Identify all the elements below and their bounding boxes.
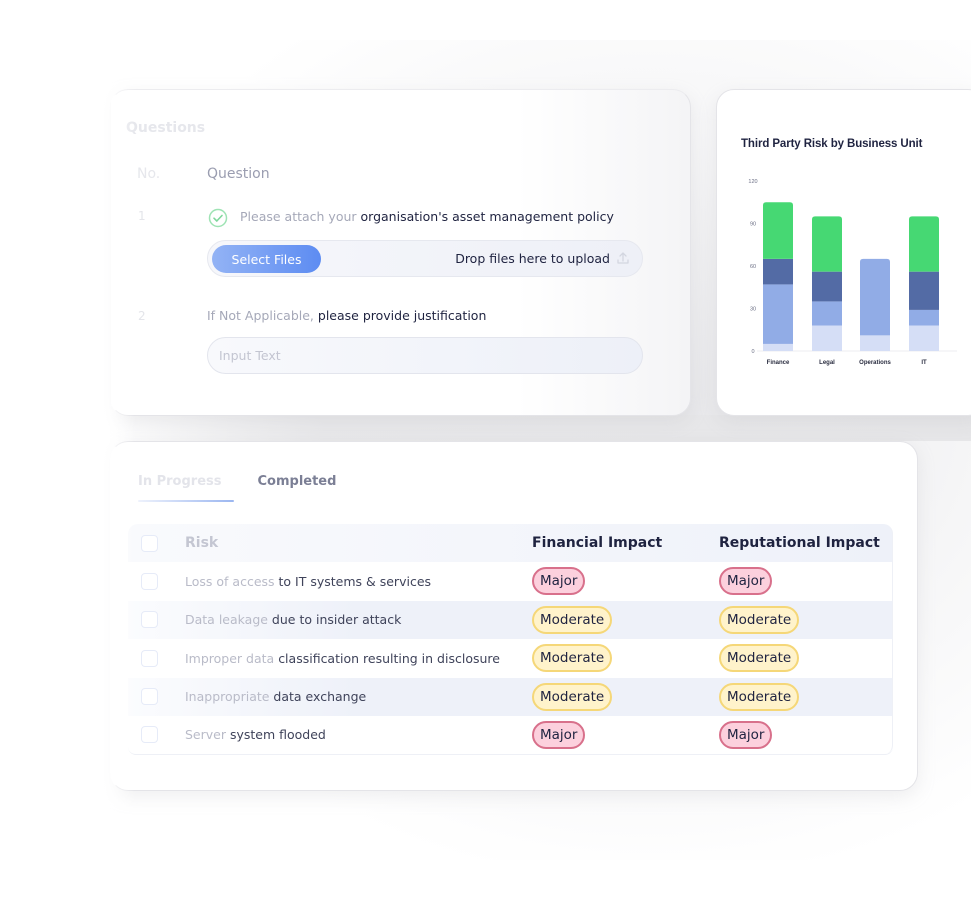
bar-segment-legal-green xyxy=(812,216,842,272)
risk-name-dark: due to insider attack xyxy=(271,612,402,628)
risk-name-dark: data exchange xyxy=(273,689,367,705)
risk-name: Inappropriate data exchange xyxy=(185,689,366,704)
stacked-bar-chart: 0 30 60 90 120 Finance Legal Operations IT xyxy=(748,179,957,366)
column-header-question: Question xyxy=(207,166,270,182)
row-checkbox[interactable] xyxy=(141,688,158,706)
bar-segment-it-light-blue xyxy=(909,325,939,351)
reputational-impact-badge: Moderate xyxy=(719,682,800,711)
reputational-impact-cell: Moderate xyxy=(719,644,800,673)
financial-impact-cell: Moderate xyxy=(532,605,613,634)
risk-name-dark: to IT systems & services xyxy=(278,573,432,589)
column-header-no: No. xyxy=(137,166,161,182)
bar-segment-it-green xyxy=(909,216,939,272)
risk-name-light: Server xyxy=(185,727,230,743)
column-header-reputational-impact: Reputational Impact xyxy=(719,535,880,551)
question-text-dark: please provide justification xyxy=(317,308,487,323)
question-number: 2 xyxy=(138,309,146,323)
bar-segment-legal-medium-blue xyxy=(812,301,842,326)
bar-segment-finance-green xyxy=(763,202,793,259)
financial-impact-cell: Moderate xyxy=(532,644,613,673)
select-all-checkbox[interactable] xyxy=(141,534,158,552)
row-checkbox[interactable] xyxy=(141,726,158,744)
risk-name: Loss of access to IT systems & services xyxy=(185,574,431,589)
bar-segment-legal-light-blue xyxy=(812,325,842,351)
y-tick-label: 0 xyxy=(751,349,754,355)
financial-impact-badge: Moderate xyxy=(532,605,613,634)
financial-impact-cell: Moderate xyxy=(532,682,613,711)
y-tick-label: 60 xyxy=(750,264,756,270)
reputational-impact-cell: Major xyxy=(719,720,773,749)
reputational-impact-cell: Moderate xyxy=(719,682,800,711)
tab-completed[interactable]: Completed xyxy=(258,474,337,502)
financial-impact-cell: Major xyxy=(532,567,586,596)
table-row: Data leakage due to insider attack Moder… xyxy=(128,600,893,639)
reputational-impact-badge: Major xyxy=(719,720,773,749)
bar-segment-finance-dark-blue xyxy=(763,258,793,285)
question-text-dark: organisation's asset management policy xyxy=(360,209,614,224)
table-header-row: Risk Financial Impact Reputational Impac… xyxy=(128,524,893,562)
question-text: If Not Applicable, please provide justif… xyxy=(207,308,486,323)
card-gap-shadow xyxy=(110,415,971,441)
risk-table-card: In Progress Completed Risk Financial Imp… xyxy=(110,441,918,791)
risk-name: Improper data classification resulting i… xyxy=(185,651,500,666)
y-tick-label: 90 xyxy=(750,222,756,228)
justification-input[interactable] xyxy=(207,337,643,374)
financial-impact-cell: Major xyxy=(532,720,586,749)
upload-icon[interactable] xyxy=(615,250,631,266)
risk-name-light: Loss of access xyxy=(185,573,279,589)
table-row: Loss of access to IT systems & services … xyxy=(128,562,893,601)
table-row: Server system flooded Major Major xyxy=(128,716,893,755)
bar-segment-finance-medium-blue xyxy=(763,284,793,344)
bar-segment-legal-dark-blue xyxy=(812,271,842,302)
bar-segment-it-dark-blue xyxy=(909,271,939,310)
file-upload-dropzone[interactable]: Select Files Drop files here to upload xyxy=(207,240,643,277)
risk-name-dark: system flooded xyxy=(229,727,326,743)
x-tick-label: Finance xyxy=(767,360,790,366)
tab-bar: In Progress Completed xyxy=(138,474,360,502)
financial-impact-badge: Moderate xyxy=(532,682,613,711)
risk-name: Server system flooded xyxy=(185,727,326,742)
table-row: Inappropriate data exchange Moderate Mod… xyxy=(128,677,893,716)
column-header-financial-impact: Financial Impact xyxy=(532,535,663,551)
question-number: 1 xyxy=(138,209,146,223)
bar-segment-operations-medium-blue xyxy=(860,258,890,336)
reputational-impact-cell: Major xyxy=(719,567,773,596)
question-text: Please attach your organisation's asset … xyxy=(240,209,614,224)
question-text-light: Please attach your xyxy=(240,209,361,224)
chart-card: Third Party Risk by Business Unit 0 30 60 9… xyxy=(716,89,971,416)
reputational-impact-badge: Moderate xyxy=(719,644,800,673)
questions-card: Questions No. Question 1 Please attach y… xyxy=(110,89,691,416)
risk-name-dark: classification resulting in disclosure xyxy=(278,650,500,666)
bar-segment-it-medium-blue xyxy=(909,309,939,326)
x-tick-label: IT xyxy=(921,360,927,366)
row-checkbox[interactable] xyxy=(141,572,158,590)
row-checkbox[interactable] xyxy=(141,611,158,629)
questions-title: Questions xyxy=(126,120,206,136)
x-tick-label: Operations xyxy=(859,360,891,366)
reputational-impact-badge: Major xyxy=(719,567,773,596)
financial-impact-badge: Major xyxy=(532,567,586,596)
risk-name-light: Inappropriate xyxy=(185,689,274,705)
reputational-impact-cell: Moderate xyxy=(719,605,800,634)
row-checkbox[interactable] xyxy=(141,649,158,667)
bar-segment-operations-light-blue xyxy=(860,335,890,351)
column-header-risk: Risk xyxy=(185,535,219,551)
risk-table: Risk Financial Impact Reputational Impac… xyxy=(128,524,893,755)
financial-impact-badge: Major xyxy=(532,720,586,749)
question-text-light: If Not Applicable, xyxy=(207,308,318,323)
risk-name-light: Data leakage xyxy=(185,612,272,628)
financial-impact-badge: Moderate xyxy=(532,644,613,673)
reputational-impact-badge: Moderate xyxy=(719,605,800,634)
check-circle-icon xyxy=(208,208,228,228)
y-tick-label: 30 xyxy=(750,307,756,313)
drop-files-text: Drop files here to upload xyxy=(455,251,610,266)
table-row: Improper data classification resulting i… xyxy=(128,639,893,678)
risk-name-light: Improper data xyxy=(185,650,279,666)
select-files-button[interactable]: Select Files xyxy=(212,245,321,273)
y-tick-label: 120 xyxy=(748,179,757,185)
tab-in-progress[interactable]: In Progress xyxy=(138,474,234,502)
bar-segment-finance-light-blue xyxy=(763,343,793,351)
risk-name: Data leakage due to insider attack xyxy=(185,612,401,627)
x-tick-label: Legal xyxy=(819,360,835,366)
